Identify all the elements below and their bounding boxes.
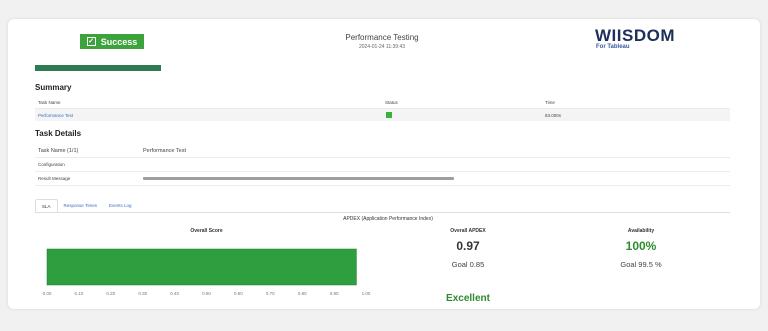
x-tick-label: 0.50	[202, 291, 211, 296]
x-tick-label: 0.80	[298, 291, 307, 296]
chart-title: Overall Score	[190, 228, 222, 234]
overall-score-chart: Overall Score 0.00 0.10 0.20 0.30 0.40 0.50 0.6…	[43, 228, 371, 296]
x-tick-label: 0.00	[43, 291, 52, 296]
x-tick-label: 0.40	[170, 291, 179, 296]
x-tick-label: 0.70	[266, 291, 275, 296]
x-tick-label: 0.20	[106, 291, 115, 296]
x-tick-label: 0.30	[138, 291, 147, 296]
x-tick-label: 1.00	[362, 291, 371, 296]
x-tick-label: 0.60	[234, 291, 243, 296]
x-tick-label: 0.10	[75, 291, 84, 296]
score-bar	[46, 248, 357, 286]
x-tick-label: 0.90	[330, 291, 339, 296]
report-card: ✓ Success Performance Testing 2024-01-24…	[8, 19, 760, 309]
